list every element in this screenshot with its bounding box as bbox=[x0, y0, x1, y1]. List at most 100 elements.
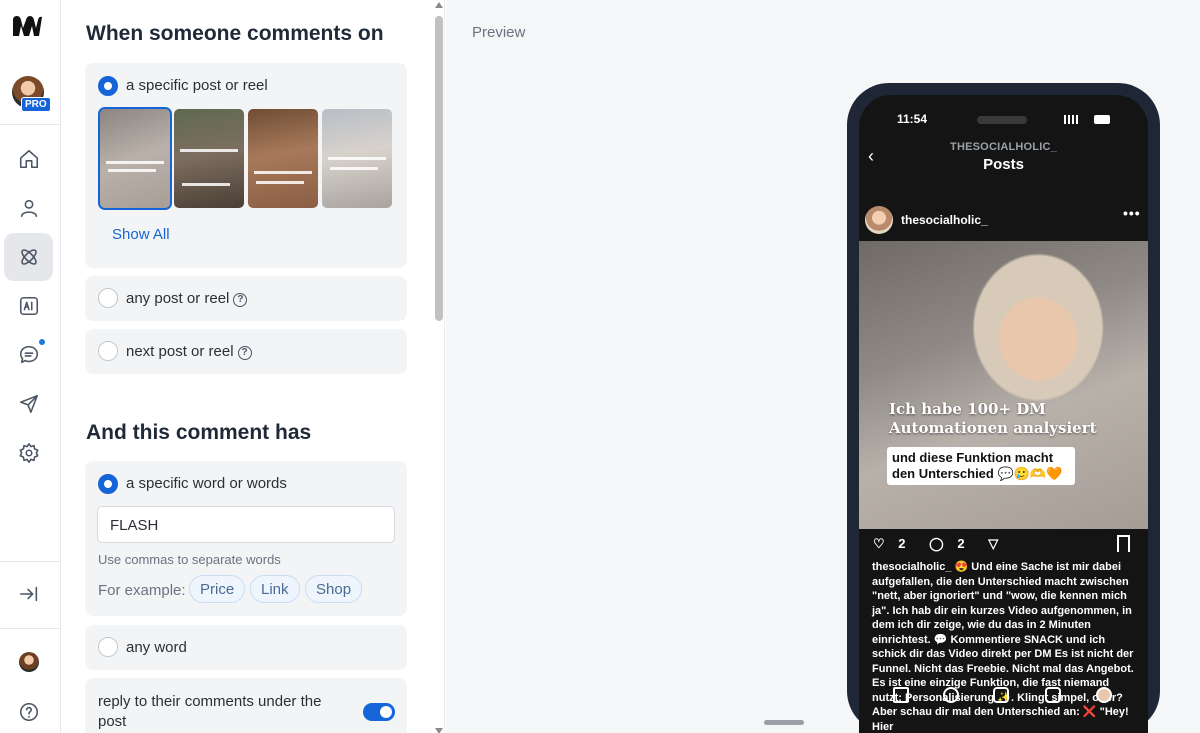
collapse-icon bbox=[19, 586, 37, 602]
search-icon bbox=[943, 687, 959, 703]
toggle-knob bbox=[380, 706, 392, 718]
any-post-radio[interactable] bbox=[98, 288, 118, 308]
manychat-logo[interactable] bbox=[10, 12, 46, 40]
bookmark-icon bbox=[1117, 535, 1130, 552]
any-post-card[interactable]: any post or reel? bbox=[85, 276, 407, 321]
automation-icon bbox=[20, 249, 37, 265]
keyword-input[interactable]: FLASH bbox=[97, 506, 395, 543]
heart-icon: ♡ bbox=[873, 536, 885, 551]
reels-icon bbox=[1045, 687, 1061, 703]
phone-mockup: 11:54 ‹ THESOCIALHOLIC_ Posts thesocialh… bbox=[847, 83, 1160, 733]
chat-icon bbox=[19, 345, 38, 364]
user-icon bbox=[20, 199, 37, 218]
panel-scrollbar[interactable] bbox=[434, 2, 444, 733]
next-post-radio[interactable] bbox=[98, 341, 118, 361]
trigger-settings-panel: When someone comments on a specific post… bbox=[61, 0, 445, 733]
help-icon[interactable]: ? bbox=[233, 293, 248, 307]
reply-toggle[interactable] bbox=[363, 703, 395, 721]
preview-drag-handle[interactable] bbox=[764, 720, 804, 725]
scroll-down-arrow[interactable] bbox=[435, 728, 443, 733]
app-root: PRO When someone comments on a specific … bbox=[0, 0, 1200, 733]
help-button[interactable] bbox=[4, 688, 53, 733]
scroll-up-arrow[interactable] bbox=[435, 2, 443, 8]
post-avatar bbox=[865, 206, 893, 234]
show-all-link[interactable]: Show All bbox=[112, 226, 170, 243]
specific-word-radio[interactable] bbox=[98, 474, 118, 494]
reply-toggle-card: reply to their comments under the post bbox=[85, 678, 407, 733]
specific-post-card[interactable]: a specific post or reel Show All bbox=[85, 63, 407, 268]
post-username: thesocialholic_ bbox=[901, 213, 988, 227]
home-icon bbox=[19, 149, 38, 169]
example-label: For example: bbox=[98, 582, 186, 599]
example-chip-price[interactable]: Price bbox=[189, 575, 246, 603]
send-icon bbox=[19, 394, 38, 414]
specific-post-radio[interactable] bbox=[98, 76, 118, 96]
profile-icon bbox=[1096, 687, 1112, 703]
subhead-line: den Unterschied 💬🥲🫶🧡 bbox=[892, 466, 1063, 481]
reply-toggle-label: reply to their comments under the post bbox=[98, 693, 322, 730]
next-post-card[interactable]: next post or reel? bbox=[85, 329, 407, 374]
sidebar-rail: PRO bbox=[0, 0, 61, 733]
broadcast-nav[interactable] bbox=[4, 380, 53, 428]
home-icon bbox=[893, 687, 909, 703]
help-icon bbox=[19, 702, 38, 722]
likes: ♡ 2 bbox=[873, 536, 916, 551]
help-icon[interactable]: ? bbox=[237, 346, 252, 360]
home-nav[interactable] bbox=[4, 135, 53, 183]
post-thumbnail[interactable] bbox=[174, 109, 244, 208]
status-icons bbox=[1064, 113, 1110, 125]
preview-area: Preview 11:54 ‹ THESOCIALHOLIC_ Posts th… bbox=[446, 0, 1200, 733]
add-icon bbox=[993, 687, 1009, 703]
any-word-label: any word bbox=[126, 639, 187, 656]
phone-notch bbox=[977, 116, 1027, 124]
next-post-label: next post or reel bbox=[126, 343, 234, 360]
post-thumbnail[interactable] bbox=[98, 107, 172, 210]
trigger-heading: When someone comments on bbox=[86, 22, 384, 45]
example-chip-shop[interactable]: Shop bbox=[305, 575, 363, 603]
battery-icon bbox=[1094, 114, 1110, 124]
ai-nav[interactable] bbox=[4, 282, 53, 330]
comments: ◯ 2 bbox=[929, 536, 974, 551]
ai-icon bbox=[19, 296, 38, 316]
like-count: 2 bbox=[898, 536, 906, 551]
headline-line: Ich habe 100+ DM bbox=[889, 400, 1046, 418]
specific-post-label: a specific post or reel bbox=[126, 77, 268, 94]
comment-icon: ◯ bbox=[929, 536, 944, 551]
post-thumbnail[interactable] bbox=[322, 109, 392, 208]
automation-nav[interactable] bbox=[4, 233, 53, 281]
preview-label: Preview bbox=[472, 24, 526, 41]
post-headline: Ich habe 100+ DM Automationen analysiert bbox=[889, 400, 1097, 438]
headline-line: Automationen analysiert bbox=[889, 419, 1097, 437]
status-time: 11:54 bbox=[897, 112, 928, 126]
any-post-option: any post or reel? bbox=[126, 290, 248, 307]
pro-badge: PRO bbox=[21, 97, 51, 112]
collapse-sidebar-button[interactable] bbox=[4, 570, 53, 618]
signal-icon bbox=[1064, 114, 1078, 124]
contacts-nav[interactable] bbox=[4, 184, 53, 232]
specific-word-card[interactable]: a specific word or words FLASH Use comma… bbox=[85, 461, 407, 616]
post-image: Ich habe 100+ DM Automationen analysiert… bbox=[859, 241, 1148, 529]
any-word-radio[interactable] bbox=[98, 637, 118, 657]
account-handle: THESOCIALHOLIC_ bbox=[950, 141, 1057, 153]
screen-title: Posts bbox=[983, 156, 1024, 173]
settings-nav[interactable] bbox=[4, 429, 53, 477]
livechat-nav[interactable] bbox=[4, 331, 53, 379]
scrollbar-thumb[interactable] bbox=[435, 16, 443, 321]
user-avatar[interactable] bbox=[19, 652, 39, 672]
any-post-label: any post or reel bbox=[126, 290, 230, 307]
phone-screen: 11:54 ‹ THESOCIALHOLIC_ Posts thesocialh… bbox=[859, 95, 1148, 733]
comment-count: 2 bbox=[957, 536, 965, 551]
share-icon: ▽ bbox=[988, 536, 999, 551]
divider bbox=[0, 124, 60, 125]
instagram-tabbar bbox=[859, 685, 1148, 711]
keyword-hint: Use commas to separate words bbox=[98, 552, 281, 567]
next-post-option: next post or reel? bbox=[126, 343, 252, 360]
post-thumbnail[interactable] bbox=[248, 109, 318, 208]
more-icon: ••• bbox=[1123, 205, 1141, 221]
any-word-card[interactable]: any word bbox=[85, 625, 407, 670]
subhead-line: und diese Funktion macht bbox=[892, 450, 1054, 465]
example-chip-link[interactable]: Link bbox=[250, 575, 300, 603]
divider bbox=[0, 561, 60, 562]
post-actions: ♡ 2 ◯ 2 ▽ bbox=[873, 536, 1008, 552]
unread-dot bbox=[39, 339, 45, 345]
